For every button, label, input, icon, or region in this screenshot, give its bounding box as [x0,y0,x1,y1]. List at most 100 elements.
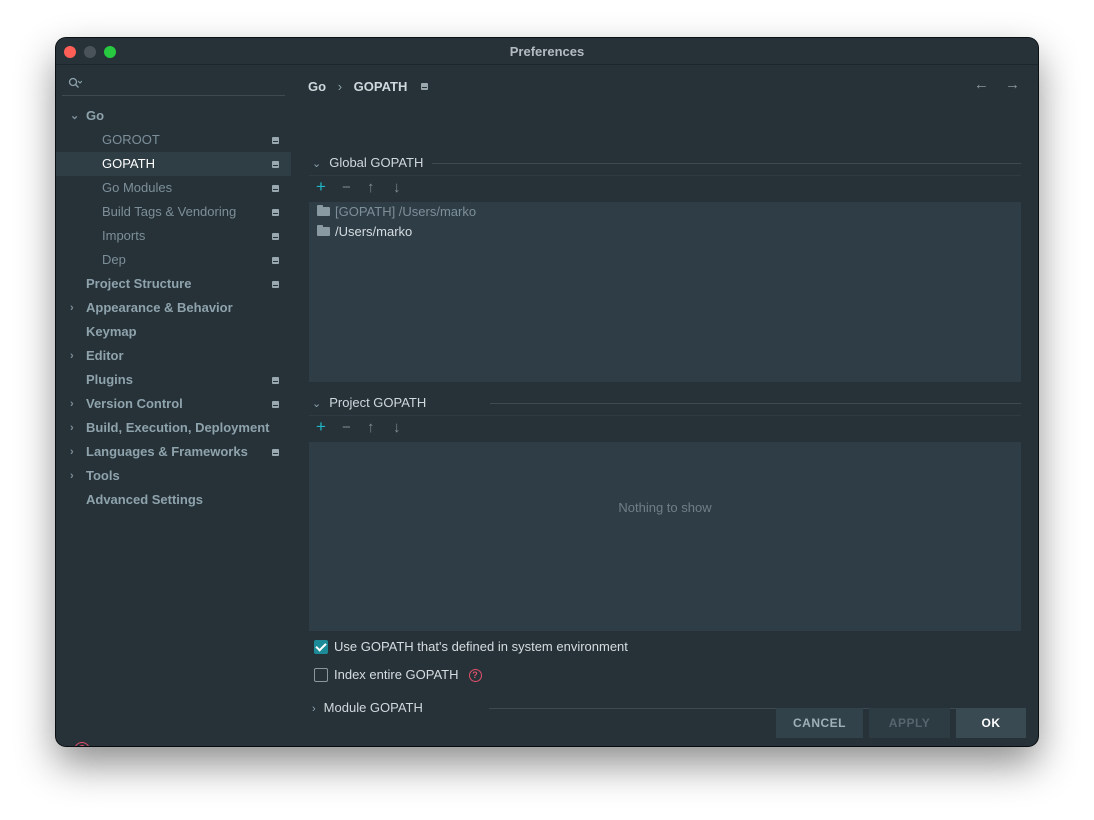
checkbox-label: Index entire GOPATH [334,667,459,682]
sidebar-item-label: Languages & Frameworks [86,444,248,459]
project-level-icon [272,161,279,168]
project-gopath-header[interactable]: ⌄ Project GOPATH [312,395,426,410]
preferences-window: Preferences ⌄ Go GOROOT GOPATH Go Modules Bui… [56,38,1038,746]
project-level-icon [272,377,279,384]
chevron-right-icon[interactable]: › [70,392,74,416]
sidebar-item-goroot[interactable]: GOROOT [56,128,291,152]
chevron-right-icon[interactable]: › [70,296,74,320]
list-item[interactable]: /Users/marko [317,222,412,242]
sidebar-item-label: Advanced Settings [86,492,204,507]
project-gopath-list[interactable]: Nothing to show [309,442,1021,631]
help-icon[interactable]: ? [468,669,482,683]
breadcrumb: Go › GOPATH [308,78,428,94]
ok-button[interactable]: OK [956,708,1026,738]
sidebar-item-keymap[interactable]: Keymap [56,320,291,344]
chevron-down-icon: ⌄ [312,158,322,170]
section-divider [490,403,1021,404]
chevron-right-icon: › [312,703,316,715]
remove-icon[interactable]: − [342,419,351,436]
sidebar-item-tools[interactable]: › Tools [56,464,291,488]
checkbox-label-wrap: Index entire GOPATH? [334,667,482,683]
sidebar-item-label: Build Tags & Vendoring [102,204,237,219]
back-arrow-icon[interactable]: ← [974,76,989,93]
sidebar-item-go[interactable]: ⌄ Go [56,104,291,128]
sidebar-item-label: Project Structure [86,276,192,291]
breadcrumb-current: GOPATH [353,79,408,95]
breadcrumb-separator-icon: › [337,79,343,95]
sidebar-item-label: Go Modules [102,180,173,195]
sidebar-item-label: Tools [86,468,120,483]
window-title: Preferences [509,44,585,59]
sidebar-item-label: GOROOT [102,132,160,147]
checkbox-checked-icon[interactable] [314,640,328,654]
settings-sidebar: ⌄ Go GOROOT GOPATH Go Modules Build Tags & Ve… [56,65,291,746]
section-title: Project GOPATH [329,395,427,410]
sidebar-item-imports[interactable]: Imports [56,224,291,248]
project-level-icon [272,137,279,144]
move-up-icon[interactable]: ↑ [367,419,375,436]
project-level-icon [420,83,428,91]
sidebar-item-project-structure[interactable]: Project Structure [56,272,291,296]
sidebar-item-languages-frameworks[interactable]: › Languages & Frameworks [56,440,291,464]
project-gopath-toolbar: + − ↑ ↓ [309,415,1021,442]
global-gopath-toolbar: + − ↑ ↓ [309,175,1021,202]
forward-arrow-icon[interactable]: → [1005,76,1020,93]
entry-path: [GOPATH] /Users/marko [335,204,477,219]
checkbox-label: Use GOPATH that's defined in system envi… [334,639,628,654]
search-icon [68,77,82,88]
sidebar-item-label: Dep [102,252,126,267]
sidebar-item-version-control[interactable]: › Version Control [56,392,291,416]
sidebar-item-dep[interactable]: Dep [56,248,291,272]
sidebar-item-label: Build, Execution, Deployment [86,420,270,435]
project-level-icon [272,449,279,456]
chevron-right-icon[interactable]: › [70,440,74,464]
section-title: Global GOPATH [329,155,424,170]
sidebar-item-go-modules[interactable]: Go Modules [56,176,291,200]
sidebar-item-label: Imports [102,228,146,243]
cancel-button[interactable]: CANCEL [776,708,863,738]
sidebar-item-build-tags-vendoring[interactable]: Build Tags & Vendoring [56,200,291,224]
sidebar-item-plugins[interactable]: Plugins [56,368,291,392]
folder-icon [317,225,330,237]
add-icon[interactable]: + [316,417,326,437]
apply-button[interactable]: APPLY [869,708,950,738]
history-nav: ← → [962,76,1020,93]
sidebar-item-gopath[interactable]: GOPATH [56,152,291,176]
sidebar-item-label: Version Control [86,396,183,411]
remove-icon[interactable]: − [342,179,351,196]
project-level-icon [272,233,279,240]
search-input[interactable] [62,73,285,96]
folder-icon [317,205,330,217]
list-item[interactable]: [GOPATH] /Users/marko [317,202,476,222]
sidebar-item-label: Go [86,108,105,123]
sidebar-item-build-execution-deployment[interactable]: › Build, Execution, Deployment [56,416,291,440]
project-level-icon [272,185,279,192]
section-title: Module GOPATH [323,700,423,715]
chevron-down-icon[interactable]: ⌄ [70,104,79,128]
chevron-right-icon[interactable]: › [70,464,74,488]
sidebar-item-advanced-settings[interactable]: Advanced Settings [56,488,291,512]
global-gopath-list[interactable]: [GOPATH] /Users/marko /Users/marko [309,202,1021,382]
section-divider [432,163,1021,164]
sidebar-item-label: Appearance & Behavior [86,300,233,315]
breadcrumb-parent[interactable]: Go [308,79,326,94]
sidebar-item-editor[interactable]: › Editor [56,344,291,368]
module-gopath-header[interactable]: › Module GOPATH [312,700,423,715]
add-icon[interactable]: + [316,177,326,197]
checkbox-unchecked-icon[interactable] [314,668,328,682]
title-bar: Preferences [56,38,1038,65]
help-icon[interactable]: ? [74,742,90,746]
settings-content: Go › GOPATH ← → ⌄ Global GOPATH + − ↑ ↓ [… [292,65,1038,746]
chevron-right-icon[interactable]: › [70,416,74,440]
project-level-icon [272,257,279,264]
chevron-right-icon[interactable]: › [70,344,74,368]
sidebar-item-label: Plugins [86,372,133,387]
project-level-icon [272,281,279,288]
move-up-icon[interactable]: ↑ [367,179,375,196]
sidebar-item-appearance-behavior[interactable]: › Appearance & Behavior [56,296,291,320]
sidebar-item-label: Editor [86,348,124,363]
project-level-icon [272,209,279,216]
global-gopath-header[interactable]: ⌄ Global GOPATH [312,155,423,170]
move-down-icon[interactable]: ↓ [393,419,401,436]
move-down-icon[interactable]: ↓ [393,179,401,196]
